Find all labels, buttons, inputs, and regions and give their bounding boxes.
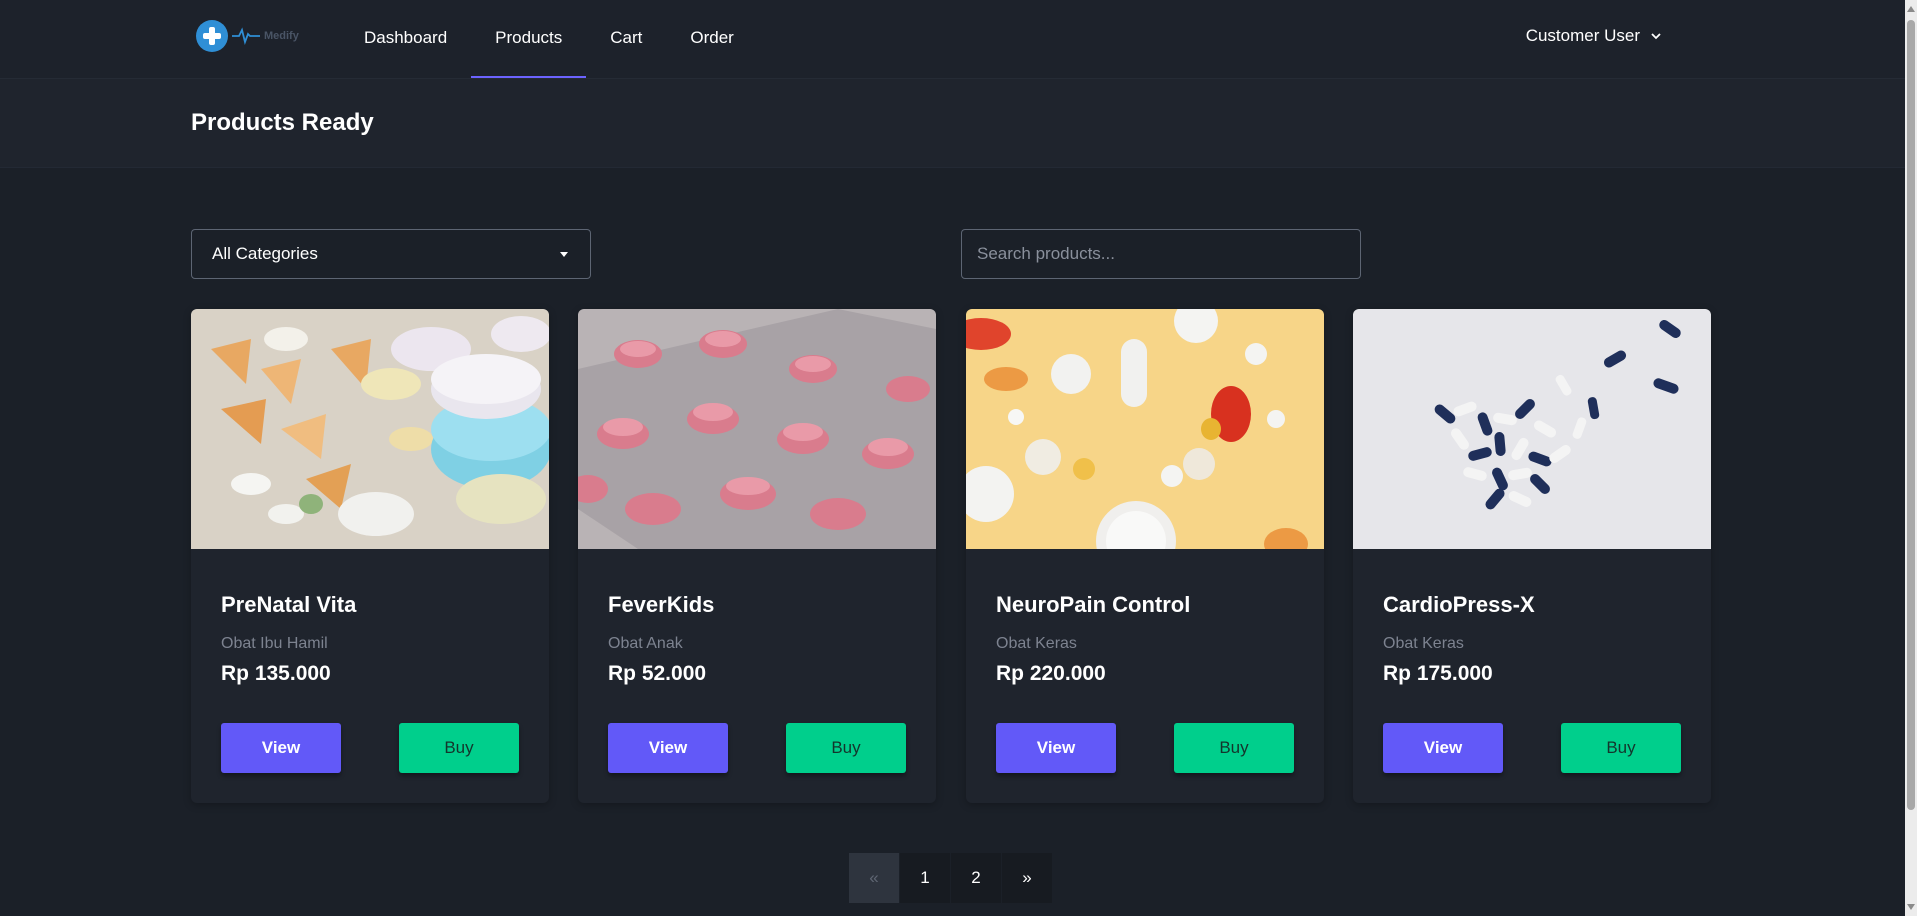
chevron-down-icon	[1651, 33, 1661, 40]
pagination-page-1[interactable]: 1	[900, 853, 950, 903]
product-card: PreNatal Vita Obat Ibu Hamil Rp 135.000 …	[191, 309, 549, 803]
product-name: FeverKids	[608, 592, 715, 617]
product-category: Obat Keras	[996, 635, 1077, 652]
heartbeat-pulse-icon	[232, 27, 260, 46]
pagination: « 1 2 »	[849, 853, 1052, 903]
product-name: PreNatal Vita	[221, 592, 357, 617]
scroll-up-arrow-icon[interactable]	[1907, 6, 1915, 12]
main-nav: Dashboard Products Cart Order	[340, 0, 758, 78]
view-button[interactable]: View	[996, 723, 1116, 773]
medical-cross-icon	[196, 20, 228, 52]
view-button[interactable]: View	[608, 723, 728, 773]
page-scrollbar[interactable]	[1905, 0, 1917, 916]
product-category: Obat Anak	[608, 635, 683, 652]
buy-button[interactable]: Buy	[1561, 723, 1681, 773]
product-card: CardioPress-X Obat Keras Rp 175.000 View…	[1353, 309, 1711, 803]
search-input[interactable]	[961, 229, 1361, 279]
brand-logo[interactable]: Medify	[196, 20, 299, 52]
pagination-next[interactable]: »	[1002, 853, 1052, 903]
product-card: NeuroPain Control Obat Keras Rp 220.000 …	[966, 309, 1324, 803]
scroll-down-arrow-icon[interactable]	[1907, 904, 1915, 910]
buy-button[interactable]: Buy	[786, 723, 906, 773]
nav-dashboard[interactable]: Dashboard	[340, 0, 471, 78]
product-category: Obat Keras	[1383, 635, 1464, 652]
product-category: Obat Ibu Hamil	[221, 635, 328, 652]
product-image-blister	[578, 309, 936, 549]
product-name: CardioPress-X	[1383, 592, 1535, 617]
pagination-prev: «	[849, 853, 899, 903]
view-button[interactable]: View	[1383, 723, 1503, 773]
page-header: Products Ready	[0, 79, 1905, 168]
product-price: Rp 135.000	[221, 662, 331, 685]
view-button[interactable]: View	[221, 723, 341, 773]
nav-products[interactable]: Products	[471, 0, 587, 78]
pagination-page-2[interactable]: 2	[951, 853, 1001, 903]
logo-text: Medify	[264, 30, 299, 42]
scrollbar-thumb[interactable]	[1907, 20, 1915, 810]
page-title: Products Ready	[191, 109, 374, 136]
category-select-value: All Categories	[212, 244, 318, 263]
top-navbar: Medify Dashboard Products Cart Order Cus…	[0, 0, 1905, 79]
user-menu[interactable]: Customer User	[1526, 26, 1662, 46]
product-price: Rp 220.000	[996, 662, 1106, 685]
product-image-pills	[191, 309, 549, 549]
nav-cart[interactable]: Cart	[586, 0, 666, 78]
buy-button[interactable]: Buy	[399, 723, 519, 773]
category-select[interactable]: All Categories	[191, 229, 591, 279]
product-image-assorted	[966, 309, 1324, 549]
buy-button[interactable]: Buy	[1174, 723, 1294, 773]
product-name: NeuroPain Control	[996, 592, 1191, 617]
nav-order[interactable]: Order	[666, 0, 757, 78]
product-price: Rp 175.000	[1383, 662, 1493, 685]
user-name: Customer User	[1525, 26, 1640, 45]
product-card: FeverKids Obat Anak Rp 52.000 View Buy	[578, 309, 936, 803]
product-price: Rp 52.000	[608, 662, 707, 685]
product-image-capsules	[1353, 309, 1711, 549]
caret-down-icon	[560, 252, 568, 257]
